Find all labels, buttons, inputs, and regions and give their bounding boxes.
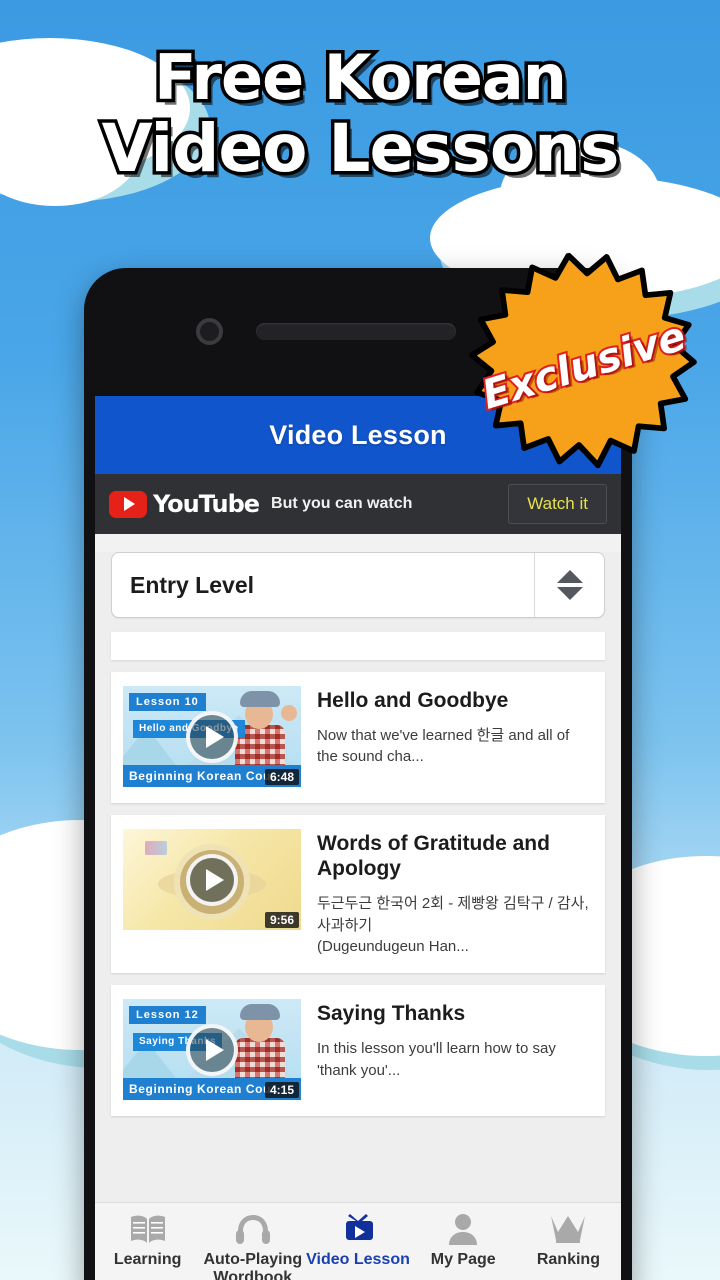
crown-icon xyxy=(548,1211,588,1247)
video-thumbnail[interactable]: Lesson 12 Saying Thanks Beginning Korean… xyxy=(123,999,301,1101)
phone-screen: Video Lesson YouTube But you can watch W… xyxy=(95,396,621,1280)
tv-play-icon xyxy=(338,1211,378,1247)
level-select-value: Entry Level xyxy=(130,571,254,598)
video-duration: 6:48 xyxy=(264,769,299,785)
video-duration: 4:15 xyxy=(264,1082,299,1099)
nav-label: Learning xyxy=(113,1251,182,1268)
triangle-down-icon[interactable] xyxy=(556,587,583,600)
play-button-icon[interactable] xyxy=(186,1023,238,1076)
video-list-item[interactable]: 9:56 Words of Gratitude and Apology 두근두근… xyxy=(111,815,605,974)
nav-item-video-lesson[interactable]: Video Lesson xyxy=(305,1211,410,1269)
youtube-wordmark: YouTube xyxy=(153,490,260,518)
open-book-icon xyxy=(128,1211,168,1247)
thumbnail-lesson-label: Lesson 10 xyxy=(129,693,206,711)
video-list-item[interactable]: Lesson 10 Hello and Goodbye Beginning Ko… xyxy=(111,672,605,803)
nav-item-my-page[interactable]: My Page xyxy=(411,1211,516,1269)
video-title: Words of Gratitude and Apology xyxy=(317,832,550,881)
nav-label: Ranking xyxy=(536,1251,600,1268)
video-description: In this lesson you'll learn how to say '… xyxy=(317,1040,556,1079)
video-description: Now that we've learned 한글 and all of the… xyxy=(317,727,570,766)
empty-strip-card xyxy=(111,632,605,660)
youtube-message: But you can watch xyxy=(271,495,413,512)
video-title: Hello and Goodbye xyxy=(317,689,509,712)
youtube-logo: YouTube xyxy=(109,490,260,518)
exclusive-badge-text: Exclusive xyxy=(475,311,693,420)
headphones-icon xyxy=(233,1211,273,1247)
nav-label: Auto-Playing Wordbook xyxy=(203,1251,303,1280)
video-info: Words of Gratitude and Apology 두근두근 한국어 … xyxy=(317,829,593,957)
video-description: 두근두근 한국어 2회 - 제빵왕 김탁구 / 감사, 사과하기 (Dugeun… xyxy=(317,895,589,955)
level-select[interactable]: Entry Level xyxy=(111,552,605,618)
thumbnail-lesson-label: Lesson 12 xyxy=(129,1006,206,1025)
level-stepper[interactable] xyxy=(534,553,604,617)
video-duration: 9:56 xyxy=(264,912,299,928)
thumbnail-logo xyxy=(145,841,167,855)
bottom-navigation: Learning Auto-Playing Wordbook Video Les… xyxy=(95,1202,621,1280)
nav-item-ranking[interactable]: Ranking xyxy=(516,1211,621,1269)
video-thumbnail[interactable]: 9:56 xyxy=(123,829,301,930)
nav-item-auto-playing-wordbook[interactable]: Auto-Playing Wordbook xyxy=(200,1211,305,1280)
play-button-icon[interactable] xyxy=(186,853,238,906)
nav-label: Video Lesson xyxy=(306,1251,410,1268)
nav-item-learning[interactable]: Learning xyxy=(95,1211,200,1269)
exclusive-badge: Exclusive xyxy=(455,237,713,495)
phone-camera-icon xyxy=(196,318,223,345)
youtube-play-icon xyxy=(109,490,147,518)
page-title: Video Lesson xyxy=(269,419,447,450)
phone-speaker xyxy=(256,323,456,340)
person-icon xyxy=(443,1211,483,1247)
video-info: Saying Thanks In this lesson you'll lear… xyxy=(317,999,593,1100)
triangle-up-icon[interactable] xyxy=(556,570,583,583)
video-title: Saying Thanks xyxy=(317,1002,466,1026)
nav-label: My Page xyxy=(430,1251,496,1268)
content-area: Entry Level Lesson 10 Hello and G xyxy=(95,552,621,1280)
video-info: Hello and Goodbye Now that we've learned… xyxy=(317,686,593,787)
play-button-icon[interactable] xyxy=(186,710,238,763)
video-thumbnail[interactable]: Lesson 10 Hello and Goodbye Beginning Ko… xyxy=(123,686,301,787)
video-list-item[interactable]: Lesson 12 Saying Thanks Beginning Korean… xyxy=(111,985,605,1117)
